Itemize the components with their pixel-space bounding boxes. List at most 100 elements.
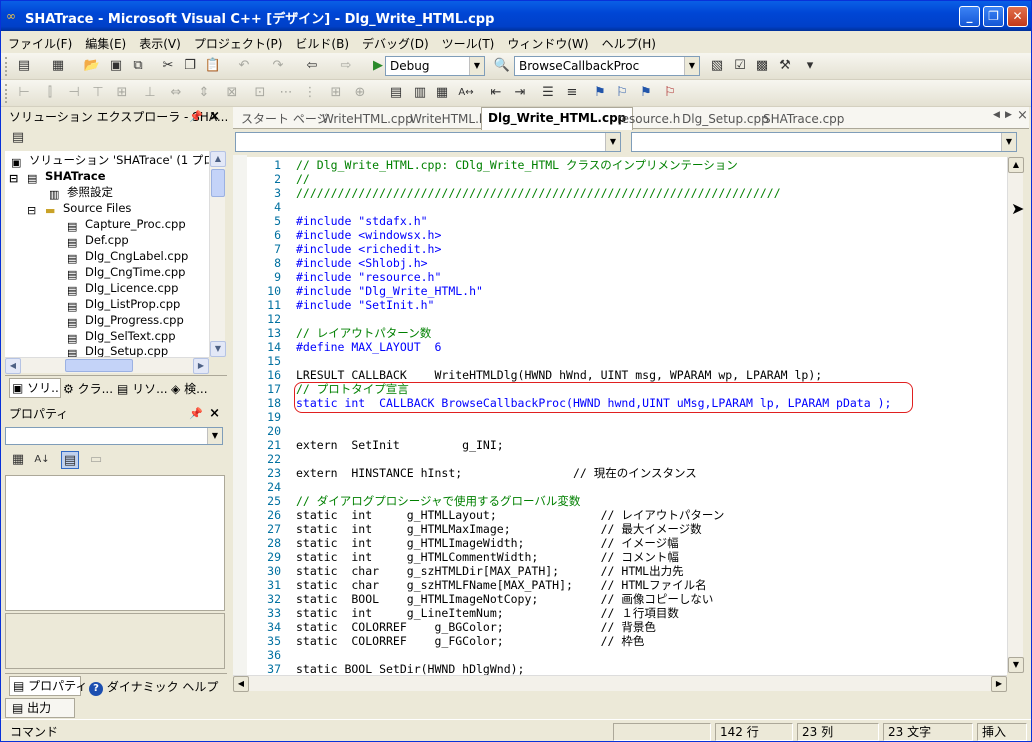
make-same-height-icon[interactable]: ⇕ (195, 84, 213, 102)
function-select[interactable]: BrowseCallbackProc ▼ (514, 56, 700, 76)
tree-item-file[interactable]: ▤ Dlg_ListProp.cpp (67, 296, 180, 313)
scroll-left-icon[interactable]: ◀ (5, 358, 21, 374)
redo-icon[interactable]: ↷ (269, 57, 287, 75)
code-editor[interactable]: 1 // Dlg_Write_HTML.cpp: CDlg_Write_HTML … (247, 157, 1007, 675)
toolbar-grip[interactable] (5, 84, 8, 103)
tab-shatrace-cpp[interactable]: SHATrace.cpp (763, 109, 844, 129)
categorized-icon[interactable]: ▦ (9, 451, 27, 469)
pin-icon[interactable]: 📌 (189, 107, 203, 127)
solution-config-select[interactable]: Debug ▼ (385, 56, 485, 76)
close-icon[interactable]: × (209, 107, 220, 127)
lock-controls-icon[interactable]: ▦ (433, 84, 451, 102)
tab-output[interactable]: ▤ 出力 (5, 698, 75, 718)
minimize-button[interactable]: _ (959, 6, 980, 27)
save-icon[interactable]: ▣ (107, 57, 125, 75)
grid-icon[interactable]: ⊞ (327, 84, 345, 102)
size-to-grid-icon[interactable]: ⊡ (251, 84, 269, 102)
tree-item-file[interactable]: ▤ Capture_Proc.cpp (67, 216, 186, 233)
menu-build[interactable]: ビルド(B) (288, 31, 355, 53)
align-bottoms-icon[interactable]: ⊥ (141, 84, 159, 102)
open-folder-icon[interactable]: 📂 (83, 57, 101, 75)
comment-out-icon[interactable]: ☰ (539, 84, 557, 102)
editor-vertical-scrollbar[interactable]: ▲ ▼ (1007, 157, 1024, 673)
properties-object-select[interactable]: ▼ (5, 427, 223, 445)
toolbox-icon[interactable]: ▩ (753, 57, 771, 75)
tree-item-file[interactable]: ▤ Dlg_Setup.cpp (67, 343, 168, 357)
tree-item-file[interactable]: ▤ Dlg_SelText.cpp (67, 328, 176, 345)
scroll-thumb[interactable] (65, 359, 133, 372)
toggle-bookmark-icon[interactable]: ⚑ (591, 84, 609, 102)
copy-icon[interactable]: ❐ (181, 57, 199, 75)
toolbar-grip[interactable] (5, 57, 8, 76)
uncomment-icon[interactable]: ≡ (563, 84, 581, 102)
scroll-tabs-right-icon[interactable]: ▶ (1005, 110, 1012, 120)
navigate-forward-icon[interactable]: ⇨ (337, 57, 355, 75)
tab-dlg-setup-cpp[interactable]: Dlg_Setup.cpp (682, 109, 769, 129)
tree-item-file[interactable]: ▤ Dlg_CngTime.cpp (67, 264, 185, 281)
tree-item-project[interactable]: ⊟ ▤ SHATrace (9, 168, 106, 185)
send-to-back-icon[interactable]: ▥ (411, 84, 429, 102)
tab-solution[interactable]: ▣ ソリ... (9, 378, 61, 398)
find-in-files-icon[interactable]: 🔍 (493, 57, 511, 75)
tab-resource-h[interactable]: resource.h (617, 109, 680, 129)
properties-page-icon[interactable]: ▤ (61, 451, 79, 469)
collapse-icon[interactable]: ⊟ (9, 172, 23, 185)
scroll-down-icon[interactable]: ▼ (210, 341, 226, 357)
align-centers-icon[interactable]: ⫿ (41, 84, 59, 102)
decrease-indent-icon[interactable]: ⇤ (487, 84, 505, 102)
property-pages-icon[interactable]: ▭ (87, 451, 105, 469)
scroll-right-icon[interactable]: ▶ (193, 358, 209, 374)
properties-icon[interactable]: ▤ (9, 129, 27, 147)
menu-tools[interactable]: ツール(T) (435, 31, 501, 53)
tree-item-file[interactable]: ▤ Dlg_Licence.cpp (67, 280, 178, 297)
menu-file[interactable]: ファイル(F) (1, 31, 78, 53)
paste-icon[interactable]: 📋 (204, 57, 222, 75)
close-icon[interactable]: × (209, 404, 220, 424)
tree-item-source-files[interactable]: ⊟ ▬ Source Files (27, 200, 131, 217)
tab-properties[interactable]: ▤ プロパティ (9, 676, 87, 696)
make-same-width-icon[interactable]: ⇔ (167, 84, 185, 102)
next-bookmark-icon[interactable]: ⚐ (613, 84, 631, 102)
tree-vertical-scrollbar[interactable]: ▲ ▼ (209, 151, 226, 357)
collapse-icon[interactable]: ⊟ (27, 204, 41, 217)
scroll-tabs-left-icon[interactable]: ◀ (993, 110, 1000, 120)
scroll-up-icon[interactable]: ▲ (1008, 157, 1024, 173)
cut-icon[interactable]: ✂ (159, 57, 177, 75)
properties-grid[interactable] (5, 475, 225, 611)
menu-edit[interactable]: 編集(E) (78, 31, 132, 53)
horizontal-spacing-icon[interactable]: ⋯ (277, 84, 295, 102)
align-tops-icon[interactable]: ⊤ (89, 84, 107, 102)
member-select[interactable]: ▼ (631, 132, 1017, 152)
pin-icon[interactable]: 📌 (189, 404, 203, 424)
scroll-down-icon[interactable]: ▼ (1008, 657, 1024, 673)
properties-icon[interactable]: ☑ (731, 57, 749, 75)
tab-class-view[interactable]: ⚙ クラ... (63, 380, 115, 398)
align-lefts-icon[interactable]: ⊢ (15, 84, 33, 102)
tab-writehtml-h[interactable]: WriteHTML.h (410, 109, 487, 129)
tree-item-references[interactable]: ▥ 参照設定 (49, 184, 113, 201)
scroll-left-icon[interactable]: ◀ (233, 676, 249, 692)
tree-item-file[interactable]: ▤ Def.cpp (67, 232, 129, 249)
toolbar-options-icon[interactable]: ▾ (801, 57, 819, 75)
increase-indent-icon[interactable]: ⇥ (511, 84, 529, 102)
close-button[interactable]: ✕ (1007, 6, 1028, 27)
vertical-spacing-icon[interactable]: ⋮ (301, 84, 319, 102)
tab-dynamic-help[interactable]: ? ダイナミック ヘルプ (89, 678, 218, 696)
class-select[interactable]: ▼ (235, 132, 621, 152)
close-document-icon[interactable]: × (1017, 108, 1028, 123)
scroll-up-icon[interactable]: ▲ (210, 151, 226, 167)
text-format-icon[interactable]: A↔ (457, 84, 475, 102)
alphabetical-icon[interactable]: A↓ (33, 451, 51, 469)
scroll-right-icon[interactable]: ▶ (991, 676, 1007, 692)
align-middles-icon[interactable]: ⊞ (113, 84, 131, 102)
tab-dlg-write-html-cpp[interactable]: Dlg_Write_HTML.cpp (481, 107, 634, 130)
menu-project[interactable]: プロジェクト(P) (187, 31, 289, 53)
tools-icon[interactable]: ⚒ (776, 57, 794, 75)
center-horizontally-icon[interactable]: ⊕ (351, 84, 369, 102)
tree-item-file[interactable]: ▤ Dlg_CngLabel.cpp (67, 248, 188, 265)
make-same-size-icon[interactable]: ⊠ (223, 84, 241, 102)
editor-horizontal-scrollbar[interactable]: ◀ ▶ (233, 675, 1007, 692)
tab-writehtml-cpp[interactable]: WriteHTML.cpp (322, 109, 413, 129)
tree-item-file[interactable]: ▤ Dlg_Progress.cpp (67, 312, 184, 329)
navigate-back-icon[interactable]: ⇦ (303, 57, 321, 75)
